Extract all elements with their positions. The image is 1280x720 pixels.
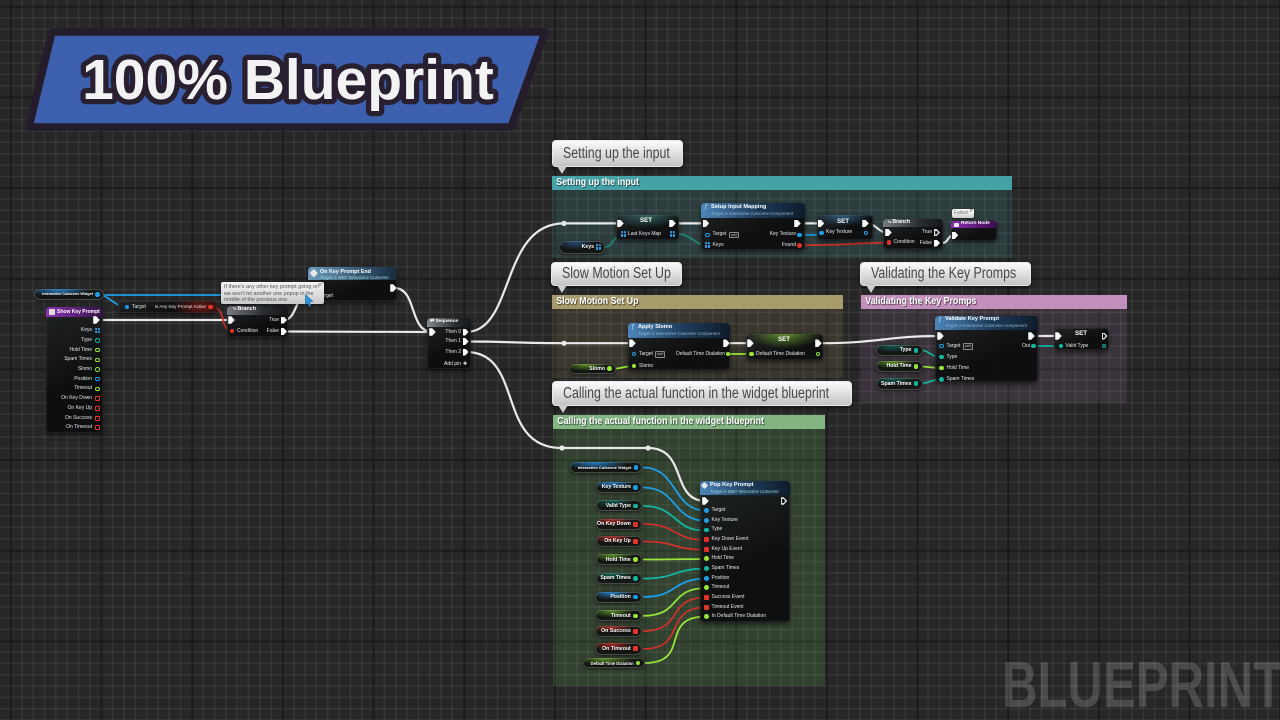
svg-text:100% Blueprint: 100% Blueprint bbox=[82, 48, 494, 112]
